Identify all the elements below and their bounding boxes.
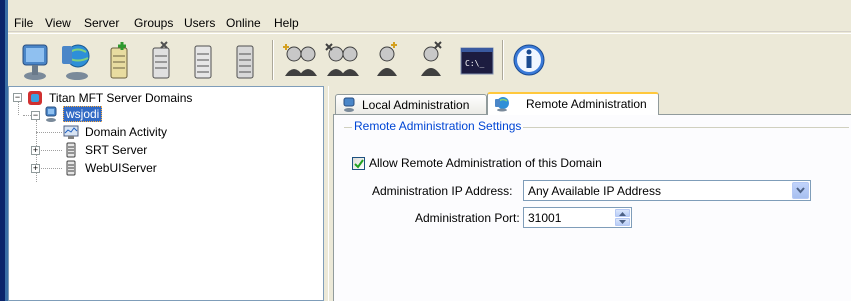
tab-local-administration[interactable]: Local Administration [335, 94, 487, 114]
tree-line [23, 115, 31, 116]
spin-down-icon[interactable] [615, 218, 630, 226]
group-title: Remote Administration Settings [352, 119, 524, 133]
svg-text:C:\_: C:\_ [465, 59, 484, 68]
admin-port-value[interactable]: 31001 [528, 211, 561, 225]
menu-bar: File View Server Groups Users Online Hel… [8, 14, 851, 32]
menu-groups[interactable]: Groups [134, 16, 173, 30]
tree-item-label: Domain Activity [85, 125, 168, 139]
allow-remote-admin-checkbox[interactable] [352, 157, 365, 170]
tree-line [18, 101, 19, 115]
tree-line [36, 132, 62, 133]
tab-remote-administration[interactable]: Remote Administration [487, 92, 659, 115]
menu-users[interactable]: Users [184, 16, 215, 30]
titan-domains-icon [28, 91, 42, 105]
ip-address-select[interactable]: Any Available IP Address [523, 180, 811, 201]
domain-icon [66, 142, 76, 158]
tree-line [41, 150, 62, 151]
tab-label: Remote Administration [526, 97, 647, 111]
delete-domain-icon[interactable] [142, 40, 180, 82]
stop-domain-icon[interactable] [226, 40, 264, 82]
collapse-icon[interactable]: − [13, 93, 22, 102]
spin-up-icon[interactable] [615, 209, 630, 217]
tree-root-label: Titan MFT Server Domains [49, 91, 193, 105]
chevron-down-icon[interactable] [792, 182, 809, 199]
tree-item-label: WebUIServer [85, 161, 157, 175]
checkmark-icon [354, 159, 364, 169]
new-group-icon[interactable] [282, 40, 320, 82]
menu-server[interactable]: Server [84, 16, 119, 30]
tab-content: Remote Administration Settings Allow Rem… [333, 114, 851, 301]
tab-label: Local Administration [362, 98, 470, 112]
new-domain-icon[interactable] [100, 40, 138, 82]
collapse-icon[interactable]: − [31, 111, 40, 120]
command-prompt-icon[interactable]: C:\_ [458, 40, 496, 82]
menu-online[interactable]: Online [226, 16, 261, 30]
activity-icon [63, 125, 79, 139]
server-icon [45, 106, 57, 122]
tree-server-label: wsjodi [63, 106, 103, 122]
ip-address-label: Administration IP Address: [372, 184, 513, 198]
toolbar: C:\_ [8, 33, 851, 85]
expand-icon[interactable]: + [31, 146, 40, 155]
domain-icon [66, 160, 76, 176]
delete-group-icon[interactable] [324, 40, 362, 82]
local-admin-icon [343, 97, 355, 112]
start-domain-icon[interactable] [184, 40, 222, 82]
connect-server-icon[interactable] [58, 40, 96, 82]
allow-remote-admin-label[interactable]: Allow Remote Administration of this Doma… [369, 156, 602, 170]
tree-line [41, 168, 62, 169]
menu-help[interactable]: Help [274, 16, 299, 30]
domain-tree-pane[interactable]: − Titan MFT Server Domains − wsjodi Doma… [8, 86, 324, 301]
menu-file[interactable]: File [14, 16, 33, 30]
new-user-icon[interactable] [368, 40, 406, 82]
spin-buttons [615, 209, 630, 226]
menu-view[interactable]: View [45, 16, 71, 30]
toolbar-separator [502, 40, 504, 80]
expand-icon[interactable]: + [31, 164, 40, 173]
new-server-icon[interactable] [16, 40, 54, 82]
delete-user-icon[interactable] [412, 40, 450, 82]
remote-admin-icon [495, 97, 509, 112]
ip-address-value: Any Available IP Address [528, 184, 661, 198]
toolbar-separator [272, 40, 274, 80]
admin-port-spinner[interactable]: 31001 [523, 207, 632, 228]
tree-item-label: SRT Server [85, 143, 148, 157]
admin-port-label: Administration Port: [415, 211, 520, 225]
info-icon[interactable] [510, 40, 548, 82]
details-pane: Local Administration Remote Administrati… [328, 86, 851, 301]
